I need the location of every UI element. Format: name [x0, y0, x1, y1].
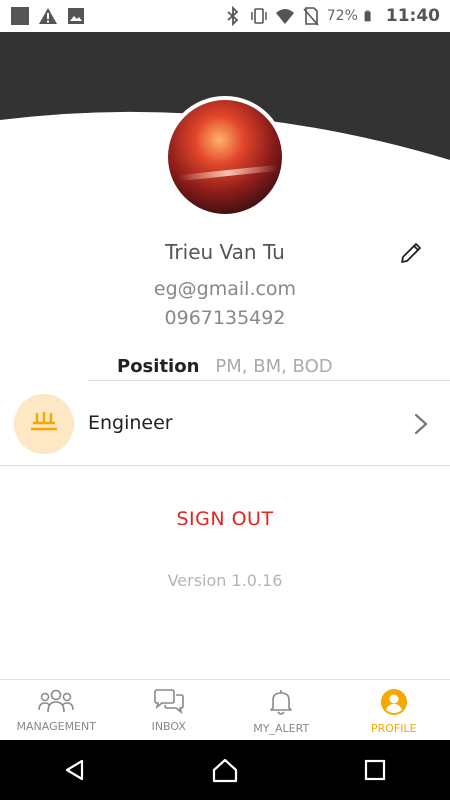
profile-phone: 0967135492: [164, 307, 286, 329]
role-label: Engineer: [88, 412, 173, 434]
battery-percent: 72%: [326, 8, 358, 24]
nav-label: INBOX: [151, 720, 186, 733]
sign-out-button[interactable]: SIGN OUT: [0, 508, 450, 530]
home-button[interactable]: [205, 750, 245, 790]
recents-square-icon: [364, 759, 386, 781]
profile-name: Trieu Van Tu: [165, 240, 285, 264]
chat-bubbles-icon: [153, 689, 184, 714]
role-list-item[interactable]: Engineer: [0, 381, 450, 466]
position-row: Position PM, BM, BOD: [117, 356, 333, 382]
warning-icon: [39, 8, 57, 24]
bell-icon: [270, 690, 293, 715]
edit-profile-button[interactable]: [396, 238, 426, 268]
avatar-image: [168, 100, 282, 214]
recents-button[interactable]: [355, 750, 395, 790]
people-group-icon: [38, 689, 74, 713]
nav-inbox[interactable]: INBOX: [113, 680, 226, 741]
role-icon-badge: [14, 394, 74, 454]
status-left-icons: [10, 6, 86, 26]
profile-email: eg@gmail.com: [153, 278, 297, 300]
gallery-square-icon: [11, 7, 29, 25]
image-icon: [68, 8, 84, 24]
position-value: PM, BM, BOD: [215, 356, 333, 377]
app-version: Version 1.0.16: [167, 571, 283, 590]
nav-label: MY_ALERT: [253, 722, 310, 735]
system-navigation-bar: [0, 740, 450, 800]
clock-time: 11:40: [385, 6, 440, 26]
nav-profile[interactable]: PROFILE: [338, 680, 450, 741]
bottom-navigation: MANAGEMENT INBOX MY_ALERT PROFILE: [0, 679, 450, 741]
bluetooth-icon: [227, 6, 239, 26]
nav-label: PROFILE: [370, 722, 417, 735]
back-triangle-icon: [65, 759, 84, 781]
position-label: Position: [117, 356, 200, 377]
nav-my-alert[interactable]: MY_ALERT: [225, 680, 338, 741]
chevron-right-icon: [414, 413, 428, 435]
home-icon: [212, 758, 238, 783]
avatar[interactable]: [164, 96, 286, 218]
nav-label: MANAGEMENT: [16, 720, 96, 733]
wifi-icon: [275, 9, 294, 24]
battery-icon: [364, 10, 371, 22]
status-right-icons: 72% 11:40: [223, 6, 440, 26]
no-sim-icon: [303, 7, 319, 26]
vibrate-icon: [251, 8, 267, 24]
status-bar: 72% 11:40: [0, 0, 450, 32]
profile-name-row: Trieu Van Tu: [0, 240, 450, 270]
engineer-icon: [31, 412, 57, 431]
pencil-icon: [401, 243, 421, 263]
user-circle-icon: [380, 689, 407, 715]
nav-management[interactable]: MANAGEMENT: [0, 680, 113, 741]
back-button[interactable]: [55, 750, 95, 790]
